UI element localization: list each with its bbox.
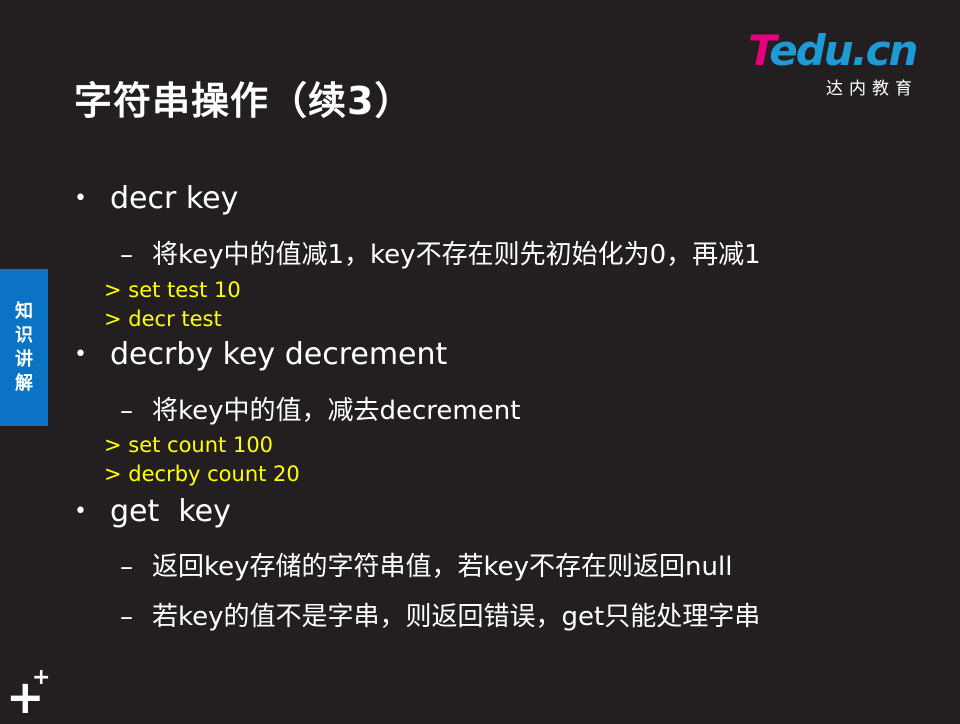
- sub-item-text: 返回key存储的字符串值，若key不存在则返回null: [152, 552, 733, 582]
- sub-item: – 将key中的值，减去decrement: [120, 390, 520, 427]
- command-line: > decrby count 20: [104, 462, 300, 486]
- bullet-dot: •: [74, 186, 87, 211]
- dash-marker: –: [120, 396, 133, 426]
- bullet-item: • decr key: [74, 180, 238, 216]
- command-line: > decr test: [104, 307, 222, 331]
- sub-item: – 返回key存储的字符串值，若key不存在则返回null: [120, 546, 732, 583]
- bullet-dot: •: [74, 499, 87, 524]
- bullet-dot: •: [74, 342, 87, 367]
- dash-marker: –: [120, 552, 133, 582]
- slide-content: • decr key – 将key中的值减1，key不存在则先初始化为0，再减1 >…: [0, 0, 960, 720]
- sub-item-text: 若key的值不是字串，则返回错误，get只能处理字串: [152, 602, 761, 632]
- sub-item-text: 将key中的值，减去decrement: [152, 396, 521, 426]
- sub-item: – 将key中的值减1，key不存在则先初始化为0，再减1: [120, 234, 761, 271]
- dash-marker: –: [120, 240, 133, 270]
- sub-item: – 若key的值不是字串，则返回错误，get只能处理字串: [120, 596, 760, 633]
- plus-small-icon: +: [32, 665, 51, 690]
- dash-marker: –: [120, 602, 133, 632]
- bullet-heading: get key: [110, 494, 231, 529]
- command-line: > set count 100: [104, 433, 274, 457]
- bullet-item: • get key: [74, 493, 231, 529]
- command-line: > set test 10: [104, 278, 241, 302]
- sub-item-text: 将key中的值减1，key不存在则先初始化为0，再减1: [152, 240, 761, 270]
- bullet-heading: decr key: [110, 181, 239, 216]
- bullet-heading: decrby key decrement: [110, 337, 448, 372]
- bullet-item: • decrby key decrement: [74, 336, 447, 372]
